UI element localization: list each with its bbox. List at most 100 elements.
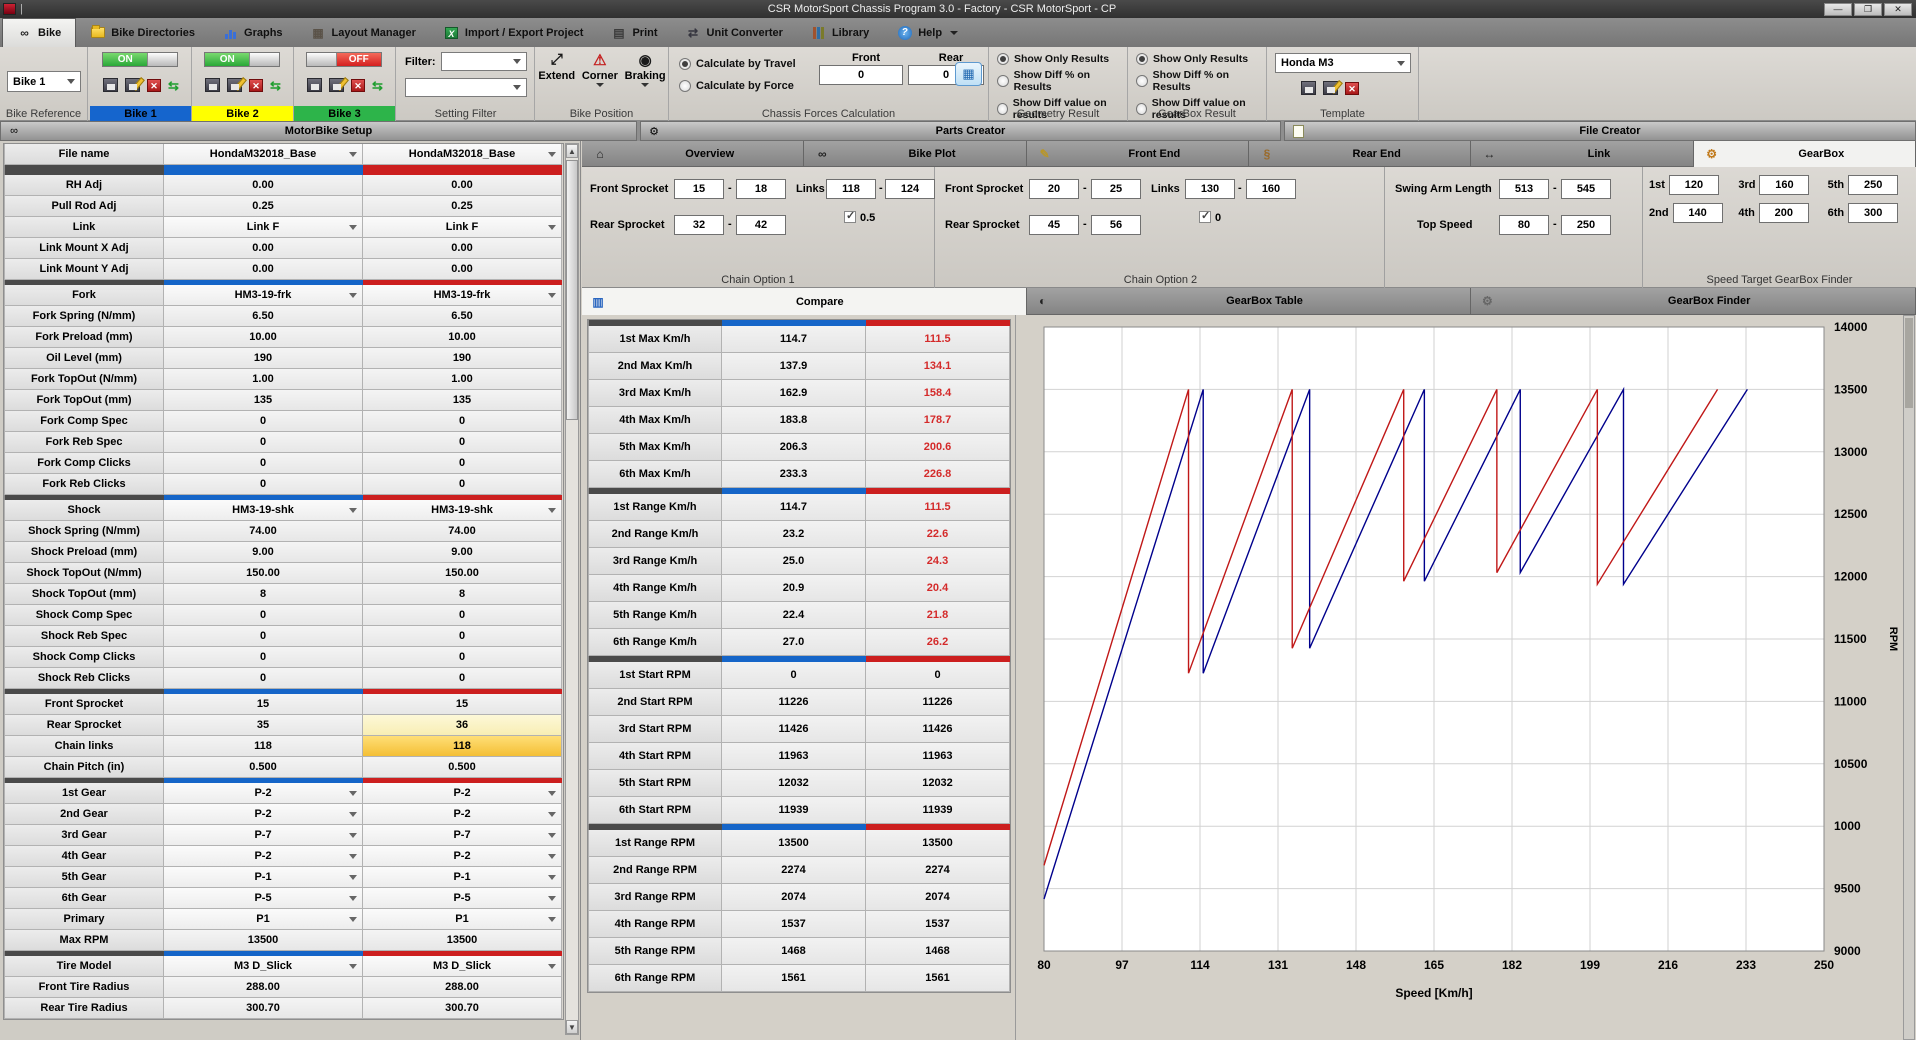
- parts-creator-header[interactable]: ⚙ Parts Creator: [640, 121, 1281, 141]
- value-cell-bike2[interactable]: 118: [363, 736, 562, 757]
- top-speed-min-input[interactable]: 80: [1499, 215, 1549, 235]
- select-cell-bike1[interactable]: P-2: [164, 783, 363, 804]
- value-cell-bike1[interactable]: 0: [164, 605, 363, 626]
- select-cell-bike2[interactable]: Link F: [363, 217, 562, 238]
- menu-tab-layout-manager[interactable]: ▦Layout Manager: [297, 18, 430, 47]
- finder-input-2nd[interactable]: 140: [1673, 203, 1723, 223]
- select-cell-bike2[interactable]: M3 D_Slick: [363, 956, 562, 977]
- select-cell-bike2[interactable]: P-7: [363, 825, 562, 846]
- value-cell-bike1[interactable]: 0.00: [164, 175, 363, 196]
- tab-front-end[interactable]: ✎Front End: [1027, 141, 1249, 167]
- swap-icon[interactable]: ⇆: [270, 79, 281, 92]
- subtab-gearbox-table[interactable]: ◐GearBox Table: [1027, 288, 1472, 315]
- value-cell-bike2[interactable]: 0: [363, 626, 562, 647]
- chain1-links-min-input[interactable]: 118: [826, 179, 876, 199]
- scroll-down-icon[interactable]: ▼: [566, 1020, 578, 1034]
- template-save-as-icon[interactable]: [1323, 81, 1338, 95]
- template-delete-icon[interactable]: ✕: [1345, 82, 1359, 95]
- delete-icon[interactable]: ✕: [249, 79, 263, 92]
- setup-table-scrollbar[interactable]: ▲ ▼: [565, 143, 579, 1035]
- braking-button[interactable]: ◉Braking: [625, 51, 666, 87]
- menu-tab-bike[interactable]: ∞Bike: [2, 18, 76, 47]
- menu-tab-import-export-project[interactable]: XImport / Export Project: [430, 18, 598, 47]
- select-cell-bike1[interactable]: P-5: [164, 888, 363, 909]
- gearbox-radio-1[interactable]: Show Diff % on Results: [1136, 69, 1266, 93]
- template-save-icon[interactable]: [1301, 81, 1316, 95]
- value-cell-bike1[interactable]: 118: [164, 736, 363, 757]
- chain1-links-max-input[interactable]: 124: [885, 179, 935, 199]
- value-cell-bike1[interactable]: 0: [164, 474, 363, 495]
- select-cell-bike1[interactable]: P-2: [164, 846, 363, 867]
- chain1-rear-min-input[interactable]: 32: [674, 215, 724, 235]
- menu-tab-graphs[interactable]: Graphs: [209, 18, 297, 47]
- select-cell-bike2[interactable]: HM3-19-frk: [363, 285, 562, 306]
- value-cell-bike2[interactable]: 190: [363, 348, 562, 369]
- template-select[interactable]: Honda M3: [1275, 53, 1411, 73]
- value-cell-bike1[interactable]: 0.25: [164, 196, 363, 217]
- delete-icon[interactable]: ✕: [351, 79, 365, 92]
- finder-input-4th[interactable]: 200: [1759, 203, 1809, 223]
- value-cell-bike2[interactable]: 0.25: [363, 196, 562, 217]
- subtab-compare[interactable]: ▥Compare: [582, 288, 1027, 315]
- top-speed-max-input[interactable]: 250: [1561, 215, 1611, 235]
- bike-3-toggle[interactable]: OFF: [306, 52, 382, 67]
- chain1-half-link-checkbox[interactable]: [844, 211, 856, 223]
- save-as-icon[interactable]: [125, 78, 140, 92]
- value-cell-bike1[interactable]: 0: [164, 647, 363, 668]
- select-cell-bike1[interactable]: P-7: [164, 825, 363, 846]
- value-cell-bike1[interactable]: 0.500: [164, 757, 363, 778]
- save-as-icon[interactable]: [329, 78, 344, 92]
- value-cell-bike1[interactable]: 35: [164, 715, 363, 736]
- bike-1-toggle[interactable]: ON: [102, 52, 178, 67]
- menu-tab-library[interactable]: Library: [797, 18, 883, 47]
- chain1-rear-max-input[interactable]: 42: [736, 215, 786, 235]
- value-cell-bike2[interactable]: 150.00: [363, 563, 562, 584]
- swap-icon[interactable]: ⇆: [168, 79, 179, 92]
- close-button[interactable]: ✕: [1884, 3, 1912, 16]
- chain2-links-max-input[interactable]: 160: [1246, 179, 1296, 199]
- value-cell-bike2[interactable]: 288.00: [363, 977, 562, 998]
- value-cell-bike2[interactable]: 8: [363, 584, 562, 605]
- calculate-by-travel-radio[interactable]: Calculate by Travel: [679, 58, 796, 70]
- value-cell-bike2[interactable]: 0.500: [363, 757, 562, 778]
- value-cell-bike1[interactable]: 9.00: [164, 542, 363, 563]
- chain2-front-min-input[interactable]: 20: [1029, 179, 1079, 199]
- maximize-button[interactable]: ❐: [1854, 3, 1882, 16]
- chain2-links-min-input[interactable]: 130: [1185, 179, 1235, 199]
- value-cell-bike1[interactable]: 6.50: [164, 306, 363, 327]
- swing-arm-min-input[interactable]: 513: [1499, 179, 1549, 199]
- menu-tab-unit-converter[interactable]: ⇄Unit Converter: [672, 18, 797, 47]
- value-cell-bike2[interactable]: 0: [363, 432, 562, 453]
- value-cell-bike1[interactable]: 0: [164, 453, 363, 474]
- value-cell-bike2[interactable]: 74.00: [363, 521, 562, 542]
- select-cell-bike2[interactable]: P1: [363, 909, 562, 930]
- value-cell-bike2[interactable]: 135: [363, 390, 562, 411]
- chain1-front-max-input[interactable]: 18: [736, 179, 786, 199]
- value-cell-bike2[interactable]: 0: [363, 474, 562, 495]
- select-cell-bike2[interactable]: P-2: [363, 846, 562, 867]
- value-cell-bike2[interactable]: 0: [363, 647, 562, 668]
- select-cell-bike2[interactable]: HondaM32018_Base: [363, 144, 562, 165]
- value-cell-bike2[interactable]: 0.00: [363, 238, 562, 259]
- value-cell-bike1[interactable]: 10.00: [164, 327, 363, 348]
- value-cell-bike2[interactable]: 0.00: [363, 259, 562, 280]
- select-cell-bike1[interactable]: M3 D_Slick: [164, 956, 363, 977]
- menu-tab-print[interactable]: ▤Print: [597, 18, 671, 47]
- chain1-front-min-input[interactable]: 15: [674, 179, 724, 199]
- value-cell-bike1[interactable]: 300.70: [164, 998, 363, 1019]
- value-cell-bike2[interactable]: 15: [363, 694, 562, 715]
- value-cell-bike1[interactable]: 0: [164, 411, 363, 432]
- value-cell-bike2[interactable]: 0: [363, 668, 562, 689]
- value-cell-bike1[interactable]: 0.00: [164, 238, 363, 259]
- front-travel-input[interactable]: 0: [819, 65, 903, 85]
- value-cell-bike1[interactable]: 8: [164, 584, 363, 605]
- value-cell-bike2[interactable]: 300.70: [363, 998, 562, 1019]
- value-cell-bike2[interactable]: 0: [363, 605, 562, 626]
- tab-overview[interactable]: ⌂Overview: [582, 141, 804, 167]
- calculate-button[interactable]: ▦: [955, 62, 982, 86]
- filter-select-2[interactable]: [405, 78, 527, 97]
- select-cell-bike2[interactable]: P-2: [363, 804, 562, 825]
- value-cell-bike2[interactable]: 0: [363, 453, 562, 474]
- bike-2-toggle[interactable]: ON: [204, 52, 280, 67]
- value-cell-bike2[interactable]: 6.50: [363, 306, 562, 327]
